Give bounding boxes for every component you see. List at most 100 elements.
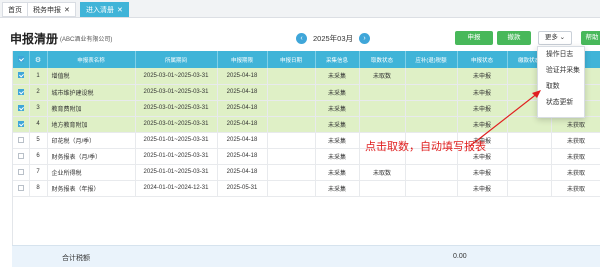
cell-declare-date bbox=[267, 84, 316, 101]
cell-tax bbox=[405, 84, 458, 101]
cell-declare-date bbox=[267, 180, 316, 197]
col-fetch: 取数状态 bbox=[359, 51, 406, 68]
cell-period: 2025-03-01~2025-03-31 bbox=[135, 68, 218, 85]
row-number: 1 bbox=[29, 68, 48, 85]
col-collect: 采集信息 bbox=[315, 51, 360, 68]
declare-button[interactable]: 申报 bbox=[455, 31, 493, 45]
cell-tax bbox=[405, 180, 458, 197]
period-label: 2025年03月 bbox=[313, 33, 354, 43]
chevron-down-icon: ⌄ bbox=[559, 34, 566, 41]
cell-declare-status: 未申报 bbox=[457, 116, 508, 133]
cell-declare-date bbox=[267, 100, 316, 117]
cell-collect: 未采集 bbox=[315, 84, 360, 101]
cell-collect: 未采集 bbox=[315, 132, 360, 149]
cell-collect: 未采集 bbox=[315, 100, 360, 117]
cell-name: 财务报表（年报） bbox=[47, 180, 136, 197]
cell-fetch bbox=[359, 180, 406, 197]
cell-period: 2025-03-01~2025-03-31 bbox=[135, 116, 218, 133]
table-row[interactable]: 1 增值税 2025-03-01~2025-03-31 2025-04-18 未采集 未取… bbox=[13, 68, 600, 85]
tab-tax-declaration[interactable]: 税务申报 ✕ bbox=[27, 2, 76, 17]
total-value: 0.00 bbox=[453, 253, 467, 260]
menu-item-fetch-data[interactable]: 取数 bbox=[538, 79, 584, 95]
row-number: 7 bbox=[29, 164, 48, 181]
page-title: 申报清册 bbox=[10, 32, 59, 46]
cell-pay-status bbox=[507, 116, 552, 133]
cell-deadline: 2025-04-18 bbox=[217, 100, 268, 117]
table-row[interactable]: 6 财务报表（月/季） 2025-01-01~2025-03-31 2025-04-1… bbox=[13, 148, 600, 165]
more-button[interactable]: 更多 ⌄ bbox=[538, 31, 572, 45]
gear-icon[interactable]: ⚙ bbox=[29, 51, 48, 68]
cell-operation[interactable]: 未获取 bbox=[551, 164, 600, 181]
table-row[interactable]: 2 城市维护建设税 2025-03-01~2025-03-31 2025-04-18 未… bbox=[13, 84, 600, 101]
company-name: (ABC酒业有限公司) bbox=[60, 37, 113, 43]
tab-home[interactable]: 首页 bbox=[2, 2, 28, 17]
cell-declare-date bbox=[267, 132, 316, 149]
cell-name: 教育费附加 bbox=[47, 100, 136, 117]
col-name: 申报表名称 bbox=[47, 51, 136, 68]
cell-collect: 未采集 bbox=[315, 180, 360, 197]
cell-operation[interactable]: 未获取 bbox=[551, 148, 600, 165]
cell-collect: 未采集 bbox=[315, 148, 360, 165]
cell-declare-status: 未申报 bbox=[457, 84, 508, 101]
menu-item-operation-log[interactable]: 操作日志 bbox=[538, 47, 584, 63]
total-label: 合计税额 bbox=[62, 255, 90, 262]
withdraw-button[interactable]: 撤款 bbox=[497, 31, 531, 45]
cell-name: 地方教育附加 bbox=[47, 116, 136, 133]
menu-item-verify-collect[interactable]: 验证并采集 bbox=[538, 63, 584, 79]
cell-fetch bbox=[359, 84, 406, 101]
cell-deadline: 2025-04-18 bbox=[217, 68, 268, 85]
declaration-table: ⚙ 申报表名称 所属期间 申报期限 申报日期 采集信息 取数状态 应补(退)税额… bbox=[12, 51, 600, 267]
cell-name: 城市维护建设税 bbox=[47, 84, 136, 101]
cell-declare-date bbox=[267, 116, 316, 133]
cell-period: 2025-03-01~2025-03-31 bbox=[135, 84, 218, 101]
menu-item-status-update[interactable]: 状态更新 bbox=[538, 95, 584, 111]
cell-deadline: 2025-04-18 bbox=[217, 132, 268, 149]
table-row[interactable]: 3 教育费附加 2025-03-01~2025-03-31 2025-04-18 未采集… bbox=[13, 100, 600, 117]
cell-operation[interactable]: 未获取 bbox=[551, 132, 600, 149]
tab-bar: 首页 税务申报 ✕ 进入清册 ✕ bbox=[0, 0, 600, 18]
cell-deadline: 2025-04-18 bbox=[217, 84, 268, 101]
cell-tax bbox=[405, 164, 458, 181]
cell-period: 2024-01-01~2024-12-31 bbox=[135, 180, 218, 197]
total-row: 合计税额 0.00 bbox=[12, 245, 600, 267]
cell-fetch: 未取数 bbox=[359, 164, 406, 181]
cell-deadline: 2025-04-18 bbox=[217, 116, 268, 133]
cell-operation[interactable]: 未获取 bbox=[551, 116, 600, 133]
cell-period: 2025-01-01~2025-03-31 bbox=[135, 148, 218, 165]
cell-deadline: 2025-04-18 bbox=[217, 148, 268, 165]
row-checkbox[interactable] bbox=[13, 68, 30, 85]
cell-operation[interactable]: 未获取 bbox=[551, 180, 600, 197]
cell-declare-status: 未申报 bbox=[457, 164, 508, 181]
table-row[interactable]: 4 地方教育附加 2025-03-01~2025-03-31 2025-04-18 未采… bbox=[13, 116, 600, 133]
cell-name: 财务报表（月/季） bbox=[47, 148, 136, 165]
cell-declare-date bbox=[267, 164, 316, 181]
cell-collect: 未采集 bbox=[315, 116, 360, 133]
row-checkbox[interactable] bbox=[13, 84, 30, 101]
cell-declare-status: 未申报 bbox=[457, 100, 508, 117]
cell-declare-date bbox=[267, 148, 316, 165]
table-row[interactable]: 8 财务报表（年报） 2024-01-01~2024-12-31 2025-05-31… bbox=[13, 180, 600, 197]
cell-deadline: 2025-05-31 bbox=[217, 180, 268, 197]
row-checkbox[interactable] bbox=[13, 116, 30, 133]
cell-fetch: 未取数 bbox=[359, 68, 406, 85]
chevron-right-icon[interactable]: › bbox=[359, 32, 371, 44]
close-icon[interactable]: ✕ bbox=[117, 7, 123, 14]
help-button[interactable]: 帮助 bbox=[581, 31, 600, 45]
row-number: 6 bbox=[29, 148, 48, 165]
cell-tax bbox=[405, 68, 458, 85]
row-checkbox[interactable] bbox=[13, 148, 30, 165]
tab-enter-list[interactable]: 进入清册 ✕ bbox=[80, 2, 129, 17]
col-declare-date: 申报日期 bbox=[267, 51, 316, 68]
close-icon[interactable]: ✕ bbox=[64, 7, 70, 14]
cell-pay-status bbox=[507, 148, 552, 165]
row-checkbox[interactable] bbox=[13, 164, 30, 181]
table-row[interactable]: 5 印花税（月/季） 2025-01-01~2025-03-31 2025-04-18… bbox=[13, 132, 600, 149]
period-selector: ‹ 2025年03月 › bbox=[296, 31, 371, 45]
row-checkbox[interactable] bbox=[13, 180, 30, 197]
row-checkbox[interactable] bbox=[13, 132, 30, 149]
select-all-checkbox[interactable] bbox=[13, 51, 30, 68]
cell-pay-status bbox=[507, 164, 552, 181]
row-checkbox[interactable] bbox=[13, 100, 30, 117]
table-row[interactable]: 7 企业所得税 2025-01-01~2025-03-31 2025-04-18 未采集… bbox=[13, 164, 600, 181]
chevron-left-icon[interactable]: ‹ bbox=[296, 32, 307, 44]
